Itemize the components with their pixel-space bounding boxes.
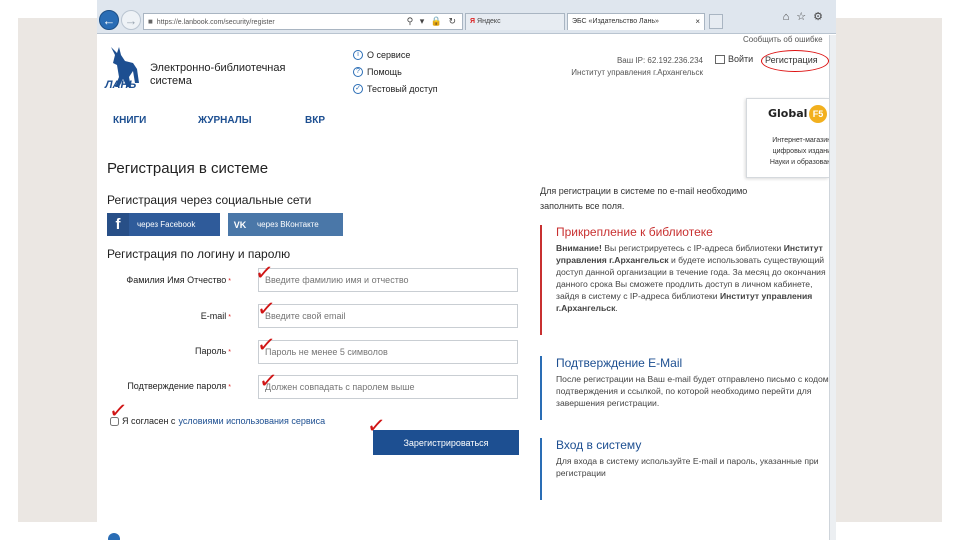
address-tools-icons[interactable]: ⚲ ▾ 🔒 ↻ xyxy=(407,14,458,29)
promo-line: цифровых издани xyxy=(772,148,831,155)
email-input[interactable] xyxy=(258,304,518,328)
fio-label-text: Фамилия Имя Отчество xyxy=(126,275,227,285)
email-label: E-mail * xyxy=(109,311,231,321)
page-content: ЛАНЬ Электронно-библиотечная система i О … xyxy=(97,35,831,540)
browser-menu-icons[interactable]: ⌂☆⚙ xyxy=(783,10,830,23)
report-error-link[interactable]: Сообщить об ошибке xyxy=(743,35,823,44)
login-info-title: Вход в систему xyxy=(556,438,642,452)
footer-icon xyxy=(108,533,120,540)
email-confirm-title: Подтверждение E-Mail xyxy=(556,356,683,370)
vk-button[interactable]: VK через ВКонтакте xyxy=(228,213,343,236)
link-help-label: Помощь xyxy=(367,66,402,77)
login-info-text: Для входа в систему используйте E-mail и… xyxy=(556,456,819,478)
menu-journals[interactable]: ЖУРНАЛЫ xyxy=(198,115,252,126)
logo-text: ЛАНЬ xyxy=(105,79,137,91)
link-help[interactable]: ? Помощь xyxy=(353,63,438,80)
tab-lanbook[interactable]: ЭБС «Издательство Лань» × xyxy=(567,13,705,30)
link-about-label: О сервисе xyxy=(367,49,411,60)
promo-banner[interactable]: Global F5 Интернет-магазин цифровых изда… xyxy=(746,98,831,178)
tab-yandex-label: Яндекс xyxy=(477,18,501,25)
required-mark: * xyxy=(228,278,231,285)
red-checkmark-annotation: ✓ xyxy=(255,296,277,323)
terms-text: Я согласен с xyxy=(122,416,176,426)
vk-icon: VK xyxy=(233,219,247,230)
login-icon xyxy=(715,54,725,64)
vk-label: через ВКонтакте xyxy=(257,220,319,229)
link-trial[interactable]: ✓ Тестовый доступ xyxy=(353,80,438,97)
library-info-block: Прикрепление к библиотеке Внимание! Вы р… xyxy=(540,225,830,335)
terms-agreement: Я согласен с условиями использования сер… xyxy=(110,416,325,426)
promo-logo: Global xyxy=(768,107,808,120)
password-label: Пароль * xyxy=(109,346,231,356)
close-tab-icon[interactable]: × xyxy=(695,14,700,30)
site-name: Электронно-библиотечная система xyxy=(150,62,286,87)
forward-arrow-icon[interactable]: → xyxy=(121,10,141,30)
page-title: Регистрация в системе xyxy=(107,160,269,177)
email-label-text: E-mail xyxy=(200,311,227,321)
info-icon: i xyxy=(353,49,363,60)
link-about[interactable]: i О сервисе xyxy=(353,46,438,63)
header-links: i О сервисе ? Помощь ✓ Тестовый доступ xyxy=(353,46,438,97)
login-link[interactable]: Войти xyxy=(715,54,753,64)
tab-yandex[interactable]: Я Яндекс xyxy=(465,13,565,30)
register-submit-button[interactable]: Зарегистрироваться xyxy=(373,430,519,455)
terms-checkbox[interactable] xyxy=(110,416,119,426)
login-info-block: Вход в систему Для входа в систему испол… xyxy=(540,438,830,500)
registration-intro: Для регистрации в системе по e-mail необ… xyxy=(540,186,748,211)
ip-address: Ваш IP: 62.192.236.234 xyxy=(616,56,703,65)
browser-toolbar: ← → ■ https://e.lanbook.com/security/reg… xyxy=(97,0,836,34)
slide-background-left xyxy=(18,18,97,522)
confirm-password-label-text: Подтверждение пароля xyxy=(127,381,227,391)
facebook-icon: f xyxy=(107,213,129,236)
promo-line: Науки и образован xyxy=(769,159,831,166)
question-icon: ? xyxy=(353,66,363,77)
confirm-password-label: Подтверждение пароля * xyxy=(109,381,231,391)
link-trial-label: Тестовый доступ xyxy=(367,83,438,94)
red-checkmark-annotation: ✓ xyxy=(257,368,279,395)
lock-icon: ■ xyxy=(148,17,153,26)
red-checkmark-annotation: ✓ xyxy=(255,332,277,359)
page-scrollbar[interactable] xyxy=(829,35,836,540)
required-mark: * xyxy=(228,314,231,321)
terms-link[interactable]: условиями использования сервиса xyxy=(178,416,325,426)
promo-text: Интернет-магазин цифровых издани Науки и… xyxy=(755,135,831,168)
fio-label: Фамилия Имя Отчество * xyxy=(109,275,231,285)
check-circle-icon: ✓ xyxy=(353,83,363,94)
back-arrow-icon[interactable]: ← xyxy=(99,10,119,30)
facebook-label: через Facebook xyxy=(137,220,196,229)
required-mark: * xyxy=(228,349,231,356)
slide-background-right xyxy=(836,18,942,522)
tab-lanbook-label: ЭБС «Издательство Лань» xyxy=(572,18,659,25)
fio-input[interactable] xyxy=(258,268,518,292)
red-checkmark-annotation: ✓ xyxy=(253,260,275,287)
email-confirm-text: После регистрации на Ваш e-mail будет от… xyxy=(556,374,829,408)
address-bar[interactable]: ■ https://e.lanbook.com/security/registe… xyxy=(143,13,463,30)
library-text-part: Вы регистрируетесь с IP-адреса библиотек… xyxy=(601,243,784,253)
password-input[interactable] xyxy=(258,340,518,364)
register-highlight-circle xyxy=(761,50,829,72)
password-label-text: Пароль xyxy=(195,346,227,356)
institution-name: Институт управления г.Архангельск xyxy=(571,68,703,77)
address-text: https://e.lanbook.com/security/register xyxy=(156,19,275,26)
promo-line: Интернет-магазин xyxy=(772,137,831,144)
library-text: Внимание! Вы регистрируетесь с IP-адреса… xyxy=(556,242,830,314)
library-text-end: . xyxy=(615,303,618,313)
yandex-icon: Я xyxy=(470,18,476,25)
required-mark: * xyxy=(228,384,231,391)
attention-label: Внимание! xyxy=(556,243,602,253)
ip-info: Ваш IP: 62.192.236.234 Институт управлен… xyxy=(537,55,703,79)
promo-badge: F5 xyxy=(809,105,827,123)
confirm-password-input[interactable] xyxy=(258,375,518,399)
login-section-title: Регистрация по логину и паролю xyxy=(107,247,291,261)
login-label: Войти xyxy=(728,54,754,64)
social-section-title: Регистрация через социальные сети xyxy=(107,193,312,207)
library-title: Прикрепление к библиотеке xyxy=(556,225,713,239)
facebook-button[interactable]: f через Facebook xyxy=(107,213,220,236)
menu-vkr[interactable]: ВКР xyxy=(305,115,325,126)
new-tab-button[interactable] xyxy=(709,14,723,29)
browser-screenshot: ← → ■ https://e.lanbook.com/security/reg… xyxy=(97,0,836,540)
email-info-block: Подтверждение E-Mail После регистрации н… xyxy=(540,356,830,420)
menu-books[interactable]: КНИГИ xyxy=(113,115,146,126)
